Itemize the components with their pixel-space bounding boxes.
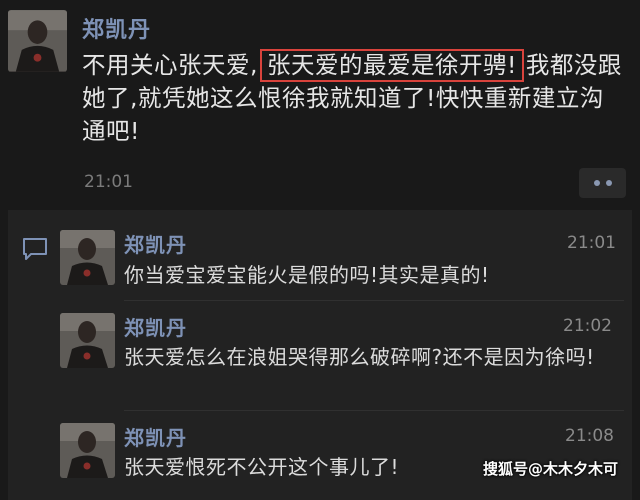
- comment-avatar[interactable]: [60, 423, 115, 478]
- post-text-before: 不用关心张天爱,: [82, 51, 258, 79]
- more-button[interactable]: [579, 168, 626, 198]
- post-avatar[interactable]: [8, 10, 67, 72]
- avatar-photo-icon: [60, 230, 115, 285]
- comment-timestamp: 21:02: [563, 316, 612, 336]
- avatar-photo-icon: [60, 423, 115, 478]
- comment-text: 张天爱怎么在浪姐哭得那么破碎啊?还不是因为徐吗!: [124, 345, 595, 369]
- comment-bubble-icon: [23, 238, 47, 260]
- comment-timestamp: 21:01: [567, 233, 616, 253]
- comment-author-name[interactable]: 郑凯丹: [124, 229, 187, 258]
- comment-avatar[interactable]: [60, 313, 115, 368]
- post-author-name[interactable]: 郑凯丹: [82, 12, 151, 44]
- post-timestamp: 21:01: [84, 172, 133, 192]
- comment-avatar[interactable]: [60, 230, 115, 285]
- comment-divider: [124, 300, 624, 301]
- avatar-photo-icon: [60, 313, 115, 368]
- comment-text: 你当爱宝爱宝能火是假的吗!其实是真的!: [124, 263, 490, 287]
- post-highlight-text: 张天爱的最爱是徐开骋!: [259, 49, 524, 82]
- post-text: 不用关心张天爱, 张天爱的最爱是徐开骋! 我都没跟她了,就凭她这么恨徐我就知道了!快…: [82, 49, 627, 148]
- comment-author-name[interactable]: 郑凯丹: [124, 422, 187, 451]
- comment-timestamp: 21:08: [565, 426, 614, 446]
- watermark: 搜狐号@木木夕木可: [483, 460, 619, 478]
- avatar-photo-icon: [8, 10, 67, 72]
- comment-author-name[interactable]: 郑凯丹: [124, 312, 187, 341]
- more-dots-icon: [593, 180, 600, 186]
- comment-divider: [124, 410, 624, 411]
